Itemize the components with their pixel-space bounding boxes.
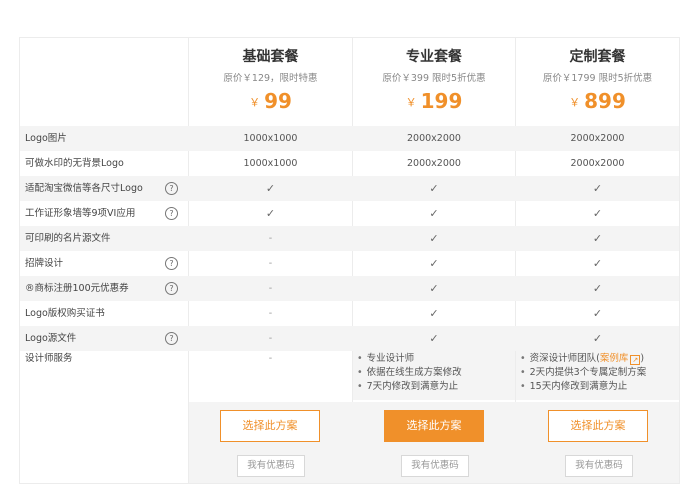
currency-symbol: ￥ <box>405 96 417 109</box>
dash-value: - <box>268 283 273 294</box>
service-item: • 专业设计师 <box>357 353 415 364</box>
service-item: • 资深设计师团队(案例库 ↗) <box>520 353 645 365</box>
feature-label: 招牌设计 <box>25 258 64 269</box>
feature-value: 1000x1000 <box>243 158 298 169</box>
feature-row: 招牌设计? - ✓ ✓ <box>20 251 679 276</box>
plan-header-custom: 定制套餐 原价￥1799 限时5折优惠 ￥ 899 <box>516 38 679 126</box>
service-item: • 7天内修改到满意为止 <box>357 381 459 392</box>
check-icon: ✓ <box>429 257 439 270</box>
service-custom: • 资深设计师团队(案例库 ↗) • 2天内提供3个专属定制方案 • 15天内修改到满意… <box>516 350 679 400</box>
feature-label: ®商标注册100元优惠券 <box>25 283 129 294</box>
coupon-pro-button[interactable]: 我有优惠码 <box>401 455 469 477</box>
feature-row: 可印刷的名片源文件 - ✓ ✓ <box>20 226 679 251</box>
feature-row: 可做水印的无背景Logo 1000x1000 2000x2000 2000x2000 <box>20 151 679 176</box>
feature-row: ®商标注册100元优惠券? - ✓ ✓ <box>20 276 679 301</box>
price-amount: 199 <box>420 89 463 113</box>
feature-label: 工作证形象墙等9项VI应用 <box>25 208 136 219</box>
plan-price: ￥ 899 <box>516 88 679 116</box>
question-circle-icon[interactable]: ? <box>165 282 178 295</box>
question-circle-icon[interactable]: ? <box>165 207 178 220</box>
plan-header-basic: 基础套餐 原价￥129，限时特惠 ￥ 99 <box>189 38 352 126</box>
plan-name: 基础套餐 <box>242 49 299 65</box>
check-icon: ✓ <box>592 232 603 245</box>
action-row: 选择此方案 选择此方案 选择此方案 我有优惠码 我有优惠码 我有优惠码 <box>20 402 679 483</box>
currency-symbol: ￥ <box>249 96 261 109</box>
dash-value: - <box>268 308 273 319</box>
feature-row: Logo源文件? - ✓ ✓ <box>20 326 679 351</box>
plan-name: 专业套餐 <box>406 49 462 65</box>
check-icon: ✓ <box>592 332 603 345</box>
feature-label: Logo源文件 <box>25 333 77 344</box>
service-item: • 15天内修改到满意为止 <box>520 381 628 392</box>
feature-row: Logo图片 1000x1000 2000x2000 2000x2000 <box>20 126 679 151</box>
feature-label: 可做水印的无背景Logo <box>25 158 124 169</box>
check-icon: ✓ <box>429 232 439 245</box>
feature-label: Logo版权购买证书 <box>25 308 105 319</box>
service-basic: - <box>189 352 352 366</box>
feature-label: 可印刷的名片源文件 <box>25 233 111 244</box>
question-circle-icon[interactable]: ? <box>165 332 178 345</box>
plan-original-price: 原价￥399 限时5折优惠 <box>382 73 486 84</box>
check-icon: ✓ <box>265 207 276 220</box>
check-icon: ✓ <box>592 207 603 220</box>
check-icon: ✓ <box>592 307 603 320</box>
designer-service-row: 设计师服务 - • 专业设计师 • 依据在线生成方案修改 • 7天内修改到满意为止 •… <box>20 350 679 402</box>
dash-value: - <box>268 333 273 344</box>
feature-label: 适配淘宝微信等各尺寸Logo <box>25 183 143 194</box>
plan-original-price: 原价￥1799 限时5折优惠 <box>542 73 653 84</box>
feature-value: 1000x1000 <box>243 133 298 144</box>
feature-value: 2000x2000 <box>570 133 625 144</box>
coupon-custom-button[interactable]: 我有优惠码 <box>565 455 633 477</box>
choose-custom-button[interactable]: 选择此方案 <box>548 410 648 442</box>
currency-symbol: ￥ <box>569 96 581 109</box>
feature-row: 工作证形象墙等9项VI应用? ✓ ✓ ✓ <box>20 201 679 226</box>
price-amount: 899 <box>584 89 626 113</box>
bullet-icon: • <box>357 353 363 364</box>
bullet-icon: • <box>357 367 363 378</box>
plan-price: ￥ 199 <box>353 88 515 116</box>
check-icon: ✓ <box>592 182 603 195</box>
feature-value: 2000x2000 <box>570 158 625 169</box>
plan-name: 定制套餐 <box>569 49 626 65</box>
check-icon: ✓ <box>592 257 603 270</box>
feature-value: 2000x2000 <box>407 133 461 144</box>
feature-row: 适配淘宝微信等各尺寸Logo? ✓ ✓ ✓ <box>20 176 679 201</box>
service-pro: • 专业设计师 • 依据在线生成方案修改 • 7天内修改到满意为止 <box>353 350 515 400</box>
plan-header-pro: 专业套餐 原价￥399 限时5折优惠 ￥ 199 <box>353 38 515 126</box>
price-amount: 99 <box>264 89 292 113</box>
coupon-basic-button[interactable]: 我有优惠码 <box>237 455 305 477</box>
check-icon: ✓ <box>429 282 439 295</box>
dash-value: - <box>268 258 273 269</box>
bullet-icon: • <box>357 381 363 392</box>
check-icon: ✓ <box>429 207 439 220</box>
check-icon: ✓ <box>592 282 603 295</box>
bullet-icon: • <box>520 381 526 392</box>
dash-value: - <box>268 233 273 244</box>
check-icon: ✓ <box>265 182 276 195</box>
check-icon: ✓ <box>429 332 439 345</box>
pricing-table: 基础套餐 原价￥129，限时特惠 ￥ 99 专业套餐 原价￥399 限时5折优惠 … <box>19 37 680 484</box>
check-icon: ✓ <box>429 307 439 320</box>
service-item: • 依据在线生成方案修改 <box>357 367 462 378</box>
feature-value: 2000x2000 <box>407 158 461 169</box>
choose-basic-button[interactable]: 选择此方案 <box>220 410 320 442</box>
feature-label: 设计师服务 <box>25 353 73 364</box>
service-item: • 2天内提供3个专属定制方案 <box>520 367 647 378</box>
question-circle-icon[interactable]: ? <box>165 257 178 270</box>
bullet-icon: • <box>520 367 526 378</box>
case-library-link[interactable]: 案例库 <box>600 353 629 364</box>
feature-row: Logo版权购买证书 - ✓ ✓ <box>20 301 679 326</box>
feature-label: Logo图片 <box>25 133 67 144</box>
bullet-icon: • <box>520 353 526 364</box>
choose-pro-button[interactable]: 选择此方案 <box>384 410 484 442</box>
plan-price: ￥ 99 <box>189 88 352 116</box>
plan-original-price: 原价￥129，限时特惠 <box>223 73 318 84</box>
question-circle-icon[interactable]: ? <box>165 182 178 195</box>
external-link-icon[interactable]: ↗ <box>630 355 641 365</box>
check-icon: ✓ <box>429 182 439 195</box>
dash-value: - <box>268 353 273 364</box>
